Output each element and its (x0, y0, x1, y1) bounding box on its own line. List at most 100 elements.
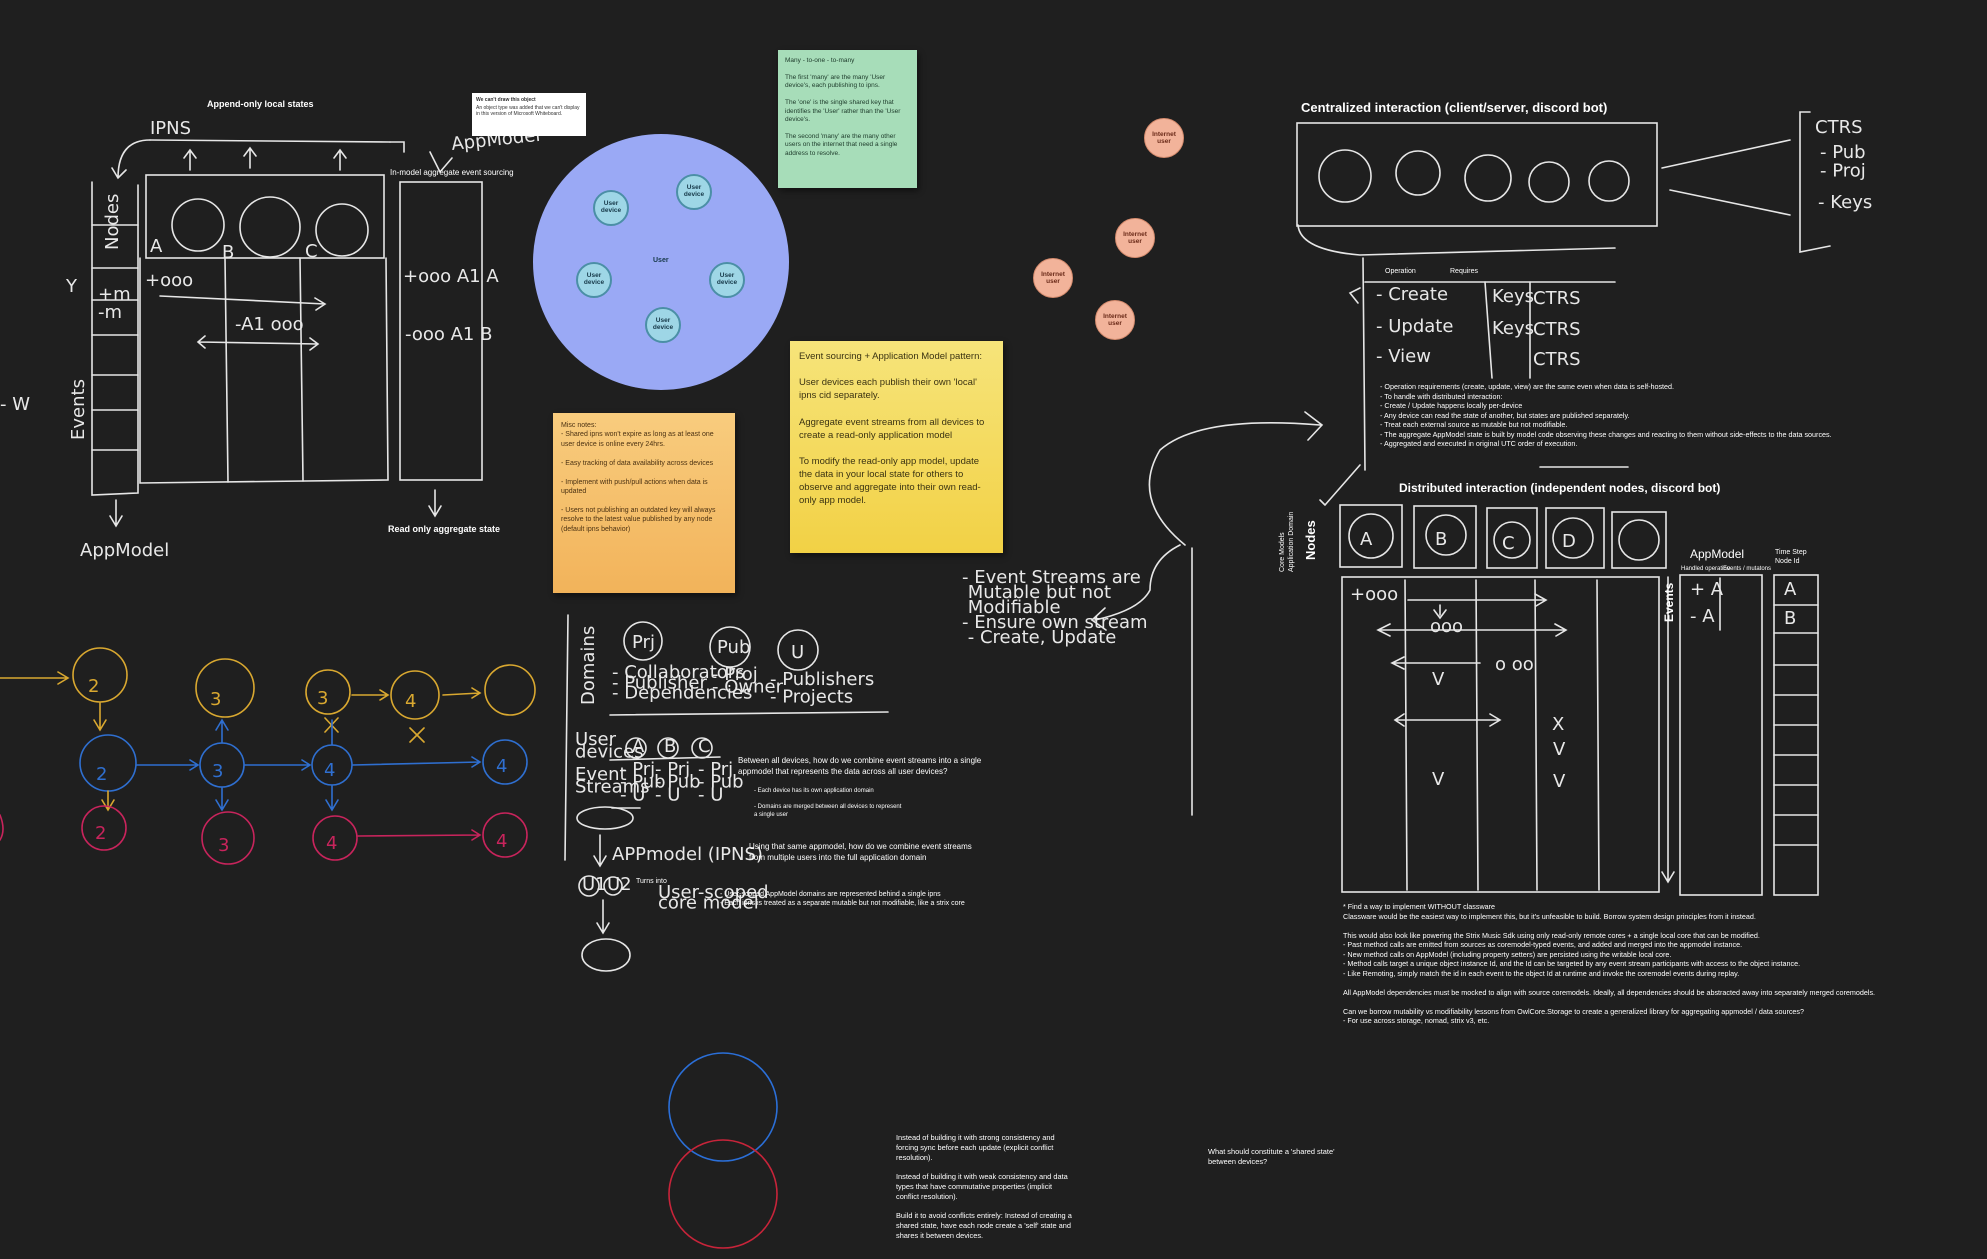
node-circle-a (171, 198, 225, 252)
hw-pub-proj: - Pub - Proj (1820, 142, 1866, 181)
hw-nodes: Nodes (102, 194, 123, 250)
label-read-only: Read only aggregate state (388, 524, 501, 534)
hw-event-streams-note: - Event Streams are Mutable but not Modi… (962, 567, 1148, 648)
hw-update: - Update (1376, 316, 1453, 337)
events-box (139, 257, 389, 484)
note-combine: Between all devices, how do we combine e… (738, 756, 982, 776)
hw-col-a: A (632, 736, 645, 757)
yellow-2 (72, 647, 128, 703)
hw-domains: Domains (578, 626, 599, 705)
whiteboard-ink: IPNS AppModel Nodes Events AppModel A B … (0, 111, 1872, 1249)
col-line-2 (299, 257, 304, 482)
ops-vline (1484, 281, 1493, 379)
label-operation: Operation (1385, 268, 1416, 275)
hw-r4b: 4 (496, 831, 507, 852)
label-in-model: In-model aggregate event sourcing (390, 168, 514, 177)
internet-user-3: Internet user (1033, 258, 1073, 298)
internet-user-1: Internet user (1144, 118, 1184, 158)
note-combine-bullets: - Each device has its own application do… (754, 788, 902, 818)
hw-y: Y (65, 276, 78, 297)
row-event-arrow-2 (196, 335, 320, 351)
hw-publishers: - Publishers - Projects (770, 669, 874, 707)
col-line-1 (224, 257, 229, 483)
hw-y2: 2 (88, 676, 99, 697)
hw-dn-c: C (1502, 533, 1515, 554)
label-nodes: Nodes (1303, 520, 1318, 560)
hw-v4: V (1553, 771, 1566, 792)
hw-ctrs-2: CTRS (1533, 319, 1581, 340)
hw-dn-a: A (1360, 529, 1373, 550)
hw-b4b: 4 (496, 756, 507, 777)
sticky-green-many-to-one: Many - to-one - to-many The first 'many'… (778, 50, 917, 188)
node-up-arrow-b (243, 146, 257, 169)
node-up-arrow-a (183, 148, 197, 171)
hw-c: C (305, 241, 318, 262)
hw-col-c-items: - Prj - Pub - U (698, 759, 744, 805)
hw-ipns: IPNS (150, 118, 191, 139)
centralized-box (1296, 122, 1658, 227)
hw-appmodel-ipns: APPmodel (IPNS) (612, 844, 763, 865)
red-bottom-circle (668, 1139, 778, 1249)
hw-events: Events (68, 379, 89, 440)
hw-w: - W (0, 394, 30, 415)
domains-vline (564, 614, 569, 861)
hw-dn-d: D (1562, 531, 1576, 552)
internet-user-2: Internet user (1115, 218, 1155, 258)
hw-pub: Pub (717, 637, 750, 658)
domains-hline (609, 711, 889, 716)
hw-y3: 3 (210, 689, 221, 710)
hw-minus-a1b: -ooo A1 B (405, 324, 492, 345)
hw-u: U (791, 642, 804, 663)
blue-bottom-circle (668, 1052, 778, 1162)
hw-plus-a1a: +ooo A1 A (403, 266, 499, 287)
hw-view: - View (1376, 346, 1431, 367)
hw-b2: 2 (96, 764, 107, 785)
hw-ctrs: CTRS (1815, 117, 1863, 138)
user-label: User (653, 257, 669, 264)
yellow-empty (484, 664, 536, 716)
left-bar-rows (91, 224, 139, 451)
user-device-4: User device (709, 262, 745, 298)
hw-ctrs-1: CTRS (1533, 288, 1581, 309)
hw-appmodel-bottom: AppModel (80, 540, 169, 561)
hw-create: - Create (1376, 284, 1448, 305)
ipns-arrow-left (111, 139, 151, 180)
note-user-scoped: - User-scoped AppModel domains are repre… (720, 891, 965, 908)
node-up-arrow-c (333, 148, 347, 171)
hw-r2: 2 (95, 823, 106, 844)
user-device-3: User device (576, 262, 612, 298)
hw-y3b: 3 (317, 688, 328, 709)
label-core-models: Core Models Application Domain (1279, 511, 1296, 572)
hw-col-b: B (664, 736, 676, 757)
label-requires: Requires (1450, 268, 1479, 275)
node-circle-c (315, 203, 369, 257)
hw-keys: - Keys (1818, 192, 1872, 213)
internet-user-4: Internet user (1095, 300, 1135, 340)
label-time-step: Time Step Node Id (1775, 549, 1807, 566)
hw-minus-a: - A (1690, 606, 1715, 627)
hw-v2: V (1432, 769, 1445, 790)
ipns-top-line (149, 139, 391, 143)
hw-ctrs-3: CTRS (1533, 349, 1581, 370)
hw-dn-t000: +ooo (1350, 584, 1398, 605)
hw-a-col: A (1784, 579, 1797, 600)
missing-object-body: An object type was added that we can't d… (476, 105, 580, 117)
hw-b3: 3 (212, 761, 223, 782)
hw-dots: ooo (1430, 616, 1463, 637)
user-device-2: User device (676, 174, 712, 210)
aggregate-arrow-down (428, 489, 442, 518)
ipns-arrow-right (389, 141, 405, 153)
hw-col-c: C (698, 736, 711, 757)
left-bar-arrow-down (109, 499, 123, 528)
hw-u1: U1 (582, 874, 607, 895)
hw-prj: Prj (632, 632, 655, 653)
hw-a: A (150, 236, 163, 257)
missing-object-title: We can't draw this object (476, 97, 536, 103)
missing-object-card: We can't draw this object An object type… (472, 93, 586, 136)
hw-b-col: B (1784, 608, 1796, 629)
hw-v3: V (1553, 739, 1566, 760)
sticky-orange-misc-notes: Misc notes: - Shared ipns won't expire a… (553, 413, 735, 593)
note-classware: * Find a way to implement WITHOUT classw… (1343, 902, 1876, 1025)
note-strong-consistency: Instead of building it with strong consi… (896, 1133, 1072, 1240)
hw-b: B (222, 242, 234, 263)
